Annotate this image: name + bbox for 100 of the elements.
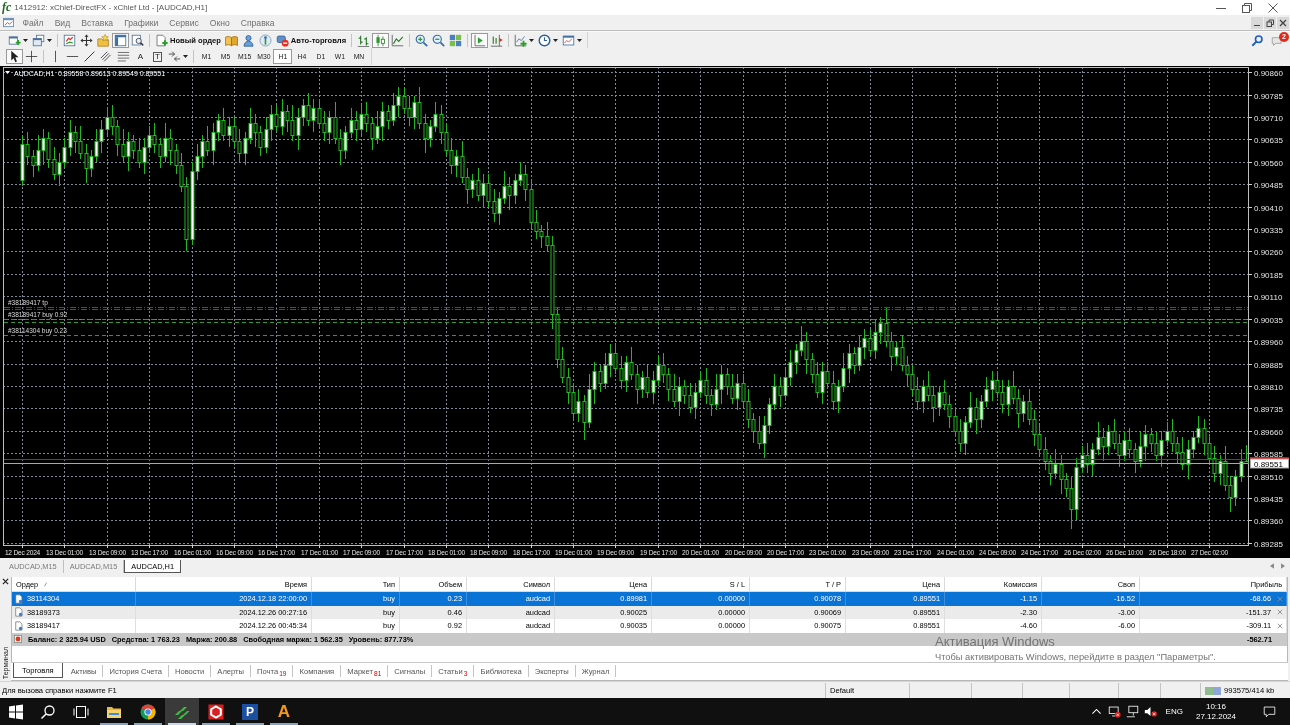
- language-indicator[interactable]: ENG: [1165, 707, 1183, 716]
- candlestick: [99, 119, 104, 154]
- candlestick: [984, 376, 989, 408]
- candlestick: [73, 125, 78, 154]
- candlestick: [640, 370, 645, 399]
- menu-item[interactable]: Вставка: [75, 17, 119, 28]
- restore-icon[interactable]: [1242, 2, 1252, 13]
- toolbar-button[interactable]: [23, 49, 40, 64]
- panel-window-icon: [114, 33, 127, 47]
- candlestick: [645, 364, 650, 399]
- toolbar-button[interactable]: [536, 32, 561, 48]
- taskbar-button[interactable]: A: [267, 698, 301, 725]
- restore-icon[interactable]: [1264, 16, 1276, 29]
- candlestick: [693, 382, 698, 420]
- candlestick: [1218, 454, 1223, 486]
- candlestick: [608, 343, 613, 378]
- menu-item[interactable]: Вид: [49, 17, 76, 28]
- candlestick: [444, 122, 449, 157]
- candlestick: [1154, 430, 1159, 462]
- price-label: 0.90335: [1254, 225, 1283, 235]
- search-icon[interactable]: [39, 703, 56, 720]
- candlestick: [248, 107, 253, 145]
- candlestick: [280, 98, 285, 136]
- candlestick: [682, 379, 687, 405]
- candlestick: [338, 128, 343, 166]
- candlestick: [1159, 430, 1164, 468]
- minimize-icon[interactable]: [1251, 16, 1263, 29]
- candlestick: [1106, 424, 1111, 456]
- candlestick: [931, 385, 936, 423]
- price-label: 0.90635: [1254, 135, 1283, 145]
- candlestick: [910, 364, 915, 396]
- candlestick: [205, 125, 210, 157]
- parallel-lines-icon: [100, 50, 113, 63]
- candlestick: [656, 355, 661, 387]
- speaker-muted-icon[interactable]: [1143, 705, 1157, 718]
- menu-item[interactable]: Сервис: [163, 17, 205, 28]
- taskbar-button[interactable]: [165, 698, 199, 725]
- candlestick: [46, 131, 51, 169]
- close-icon[interactable]: [2, 578, 9, 585]
- candlestick: [195, 143, 200, 181]
- menu-item[interactable]: Справка: [235, 17, 280, 28]
- document-plus-icon: [155, 33, 168, 47]
- candlestick: [704, 367, 709, 405]
- candlestick: [200, 134, 205, 169]
- window-panes-icon[interactable]: [7, 703, 24, 720]
- candlestick: [1006, 379, 1011, 417]
- chart-window-icon[interactable]: [3, 17, 14, 28]
- candlestick: [1096, 421, 1101, 456]
- arrow-right-icon[interactable]: [1281, 562, 1285, 569]
- sort-indicator-icon: [44, 581, 48, 587]
- chart-window-icon: [562, 33, 576, 47]
- menu-item[interactable]: Файл: [17, 17, 50, 28]
- menu-item[interactable]: Графики: [118, 17, 164, 28]
- candlestick: [364, 101, 369, 133]
- monitor-alert-icon[interactable]: [1107, 705, 1121, 718]
- candlestick: [868, 328, 873, 357]
- text-tool-button[interactable]: A: [132, 49, 149, 64]
- candlestick: [428, 119, 433, 148]
- menu-item[interactable]: Окно: [204, 17, 236, 28]
- candlestick: [862, 328, 867, 360]
- close-icon[interactable]: [1277, 16, 1289, 29]
- network-monitor-icon[interactable]: [1125, 705, 1139, 718]
- segmented-circle-icon: [140, 703, 156, 720]
- star-folder-icon: [97, 33, 110, 47]
- candlestick: [1122, 430, 1127, 462]
- stacked-frames-icon[interactable]: [72, 703, 89, 720]
- taskbar-button[interactable]: P: [233, 698, 267, 725]
- candlestick: [317, 98, 322, 130]
- price-label: 0.90410: [1254, 203, 1283, 213]
- candlestick: [449, 137, 454, 175]
- hexagon-ring-icon: [208, 703, 224, 720]
- candlestick: [269, 104, 274, 142]
- candlestick: [290, 104, 295, 142]
- candlestick: [285, 104, 290, 133]
- candlestick: [958, 418, 963, 453]
- speech-bubble-icon[interactable]: [1263, 705, 1276, 718]
- candlestick: [598, 364, 603, 393]
- arrow-left-icon[interactable]: [1270, 562, 1274, 569]
- window-plus-icon: [8, 33, 21, 47]
- price-label: 0.90785: [1254, 91, 1283, 101]
- candlestick: [407, 95, 412, 127]
- close-icon[interactable]: [1268, 2, 1278, 13]
- candlestick: [110, 104, 115, 136]
- candlestick: [1186, 439, 1191, 480]
- collapse-triangle-icon[interactable]: [5, 71, 10, 74]
- stacked-windows-icon: [32, 33, 45, 47]
- candlestick: [1191, 430, 1196, 459]
- bar-chart-icon: [357, 33, 371, 47]
- candlestick: [545, 221, 550, 252]
- bid-price-tag: 0.89551: [1250, 458, 1289, 469]
- text-label-button[interactable]: T: [149, 49, 166, 64]
- candlestick: [1175, 436, 1180, 465]
- clock-time[interactable]: 10:16: [1205, 701, 1226, 712]
- toolbar-button[interactable]: [78, 32, 95, 48]
- clock-date[interactable]: 27.12.2024: [1195, 711, 1236, 722]
- candlestick: [492, 188, 497, 223]
- candlestick: [433, 101, 438, 133]
- toolbar-button[interactable]: [6, 49, 23, 64]
- candlestick: [576, 388, 581, 423]
- candlestick: [1027, 388, 1032, 426]
